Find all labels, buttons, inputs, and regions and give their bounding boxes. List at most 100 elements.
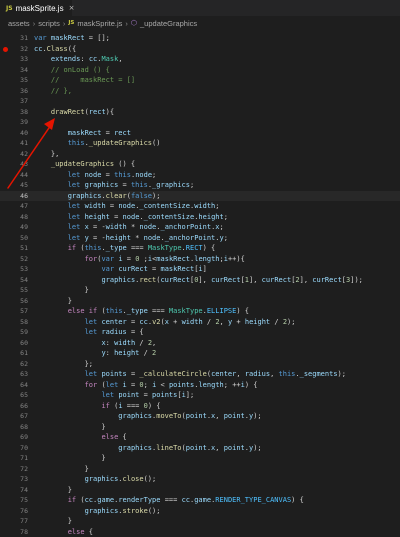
- code-line[interactable]: 66 if (i === 0) {: [0, 401, 400, 412]
- line-number: 61: [6, 348, 28, 359]
- code-text: _updateGraphics () {: [34, 159, 135, 170]
- code-text: let center = cc.v2(x + width / 2, y + he…: [34, 317, 295, 328]
- code-line[interactable]: 51 if (this._type === MaskType.RECT) {: [0, 243, 400, 254]
- code-line[interactable]: 63 let points = _calculateCircle(center,…: [0, 369, 400, 380]
- chevron-right-icon: ›: [125, 19, 128, 28]
- code-line[interactable]: 49 let x = -width * node._anchorPoint.x;: [0, 222, 400, 233]
- code-text: else {: [34, 432, 127, 443]
- code-line[interactable]: 67 graphics.moveTo(point.x, point.y);: [0, 411, 400, 422]
- code-text: graphics.close();: [34, 474, 156, 485]
- code-text: else {: [34, 527, 93, 537]
- code-line[interactable]: 45 let graphics = this._graphics;: [0, 180, 400, 191]
- line-number: 48: [6, 212, 28, 223]
- code-line[interactable]: 31 var maskRect = [];: [0, 33, 400, 44]
- line-number: 38: [6, 107, 28, 118]
- line-number: 32: [6, 44, 28, 55]
- method-icon: ⬡: [131, 19, 137, 27]
- line-number: 62: [6, 359, 28, 370]
- breadcrumb-assets[interactable]: assets: [8, 19, 30, 28]
- code-text: }: [34, 422, 106, 433]
- code-line[interactable]: 71 }: [0, 453, 400, 464]
- line-number: 69: [6, 432, 28, 443]
- code-line[interactable]: 44 let node = this.node;: [0, 170, 400, 181]
- code-line[interactable]: 38 drawRect(rect){: [0, 107, 400, 118]
- code-line[interactable]: 43 _updateGraphics () {: [0, 159, 400, 170]
- code-editor[interactable]: 31 var maskRect = []; 32 cc.Class({33 exten…: [0, 33, 400, 500]
- code-line[interactable]: 68 }: [0, 422, 400, 433]
- code-line[interactable]: 59 let radius = {: [0, 327, 400, 338]
- code-line[interactable]: 61 y: height / 2: [0, 348, 400, 359]
- code-text: };: [34, 359, 93, 370]
- line-number: 55: [6, 285, 28, 296]
- code-line[interactable]: 37: [0, 96, 400, 107]
- line-number: 64: [6, 380, 28, 391]
- close-icon[interactable]: ×: [69, 4, 75, 12]
- code-line[interactable]: 53 var curRect = maskRect[i]: [0, 264, 400, 275]
- code-line[interactable]: 50 let y = -height * node._anchorPoint.y…: [0, 233, 400, 244]
- line-number: 66: [6, 401, 28, 412]
- code-line[interactable]: 39: [0, 117, 400, 128]
- code-line[interactable]: 64 for (let i = 0; i < points.length; ++…: [0, 380, 400, 391]
- code-line[interactable]: 32 cc.Class({: [0, 44, 400, 55]
- line-number: 77: [6, 516, 28, 527]
- code-line[interactable]: 76 graphics.stroke();: [0, 506, 400, 517]
- javascript-file-icon: JS: [6, 5, 13, 12]
- code-text: for(var i = 0 ;i<maskRect.length;i++){: [34, 254, 245, 265]
- code-line[interactable]: 65 let point = points[i];: [0, 390, 400, 401]
- code-line[interactable]: 52 for(var i = 0 ;i<maskRect.length;i++)…: [0, 254, 400, 265]
- code-text: maskRect = rect: [34, 128, 131, 139]
- code-line[interactable]: 69 else {: [0, 432, 400, 443]
- code-line[interactable]: 34 // onLoad () {: [0, 65, 400, 76]
- code-text: cc.Class({: [34, 44, 76, 55]
- code-line[interactable]: 48 let height = node._contentSize.height…: [0, 212, 400, 223]
- code-line[interactable]: 73 graphics.close();: [0, 474, 400, 485]
- line-number: 51: [6, 243, 28, 254]
- code-line[interactable]: 55 }: [0, 285, 400, 296]
- code-line[interactable]: 62 };: [0, 359, 400, 370]
- code-line[interactable]: 33 extends: cc.Mask,: [0, 54, 400, 65]
- line-number: 52: [6, 254, 28, 265]
- code-text: }: [34, 285, 89, 296]
- line-number: 67: [6, 411, 28, 422]
- code-line[interactable]: 35 // maskRect = []: [0, 75, 400, 86]
- code-line[interactable]: 57 else if (this._type === MaskType.ELLI…: [0, 306, 400, 317]
- code-text: graphics.rect(curRect[0], curRect[1], cu…: [34, 275, 363, 286]
- code-text: let point = points[i];: [34, 390, 194, 401]
- breadcrumb-scripts[interactable]: scripts: [38, 19, 60, 28]
- code-text: let x = -width * node._anchorPoint.x;: [34, 222, 224, 233]
- breadcrumb-method[interactable]: _updateGraphics: [140, 19, 197, 28]
- code-text: let radius = {: [34, 327, 144, 338]
- code-line[interactable]: 70 graphics.lineTo(point.x, point.y);: [0, 443, 400, 454]
- line-number: 56: [6, 296, 28, 307]
- code-line[interactable]: 74 }: [0, 485, 400, 496]
- code-line[interactable]: 75 if (cc.game.renderType === cc.game.RE…: [0, 495, 400, 506]
- code-text: }: [34, 296, 72, 307]
- line-number: 73: [6, 474, 28, 485]
- code-line[interactable]: 54 graphics.rect(curRect[0], curRect[1],…: [0, 275, 400, 286]
- code-line[interactable]: 58 let center = cc.v2(x + width / 2, y +…: [0, 317, 400, 328]
- code-line[interactable]: 36 // },: [0, 86, 400, 97]
- code-line[interactable]: 77 }: [0, 516, 400, 527]
- code-line[interactable]: 60 x: width / 2,: [0, 338, 400, 349]
- code-line[interactable]: 41 this._updateGraphics(): [0, 138, 400, 149]
- line-number: 31: [6, 33, 28, 44]
- breadcrumb-file[interactable]: maskSprite.js: [77, 19, 122, 28]
- code-text: this._updateGraphics(): [34, 138, 160, 149]
- code-line[interactable]: 72 }: [0, 464, 400, 475]
- tab-bar: JS maskSprite.js ×: [0, 0, 400, 16]
- code-line[interactable]: 78 else {: [0, 527, 400, 537]
- code-line[interactable]: 46 graphics.clear(false);: [0, 191, 400, 202]
- code-line[interactable]: 40 maskRect = rect: [0, 128, 400, 139]
- line-number: 59: [6, 327, 28, 338]
- tab-masksprite[interactable]: JS maskSprite.js ×: [0, 0, 72, 16]
- code-line[interactable]: 42 },: [0, 149, 400, 160]
- code-text: var maskRect = [];: [34, 33, 110, 44]
- line-number: 46: [6, 191, 28, 202]
- line-number: 71: [6, 453, 28, 464]
- code-line[interactable]: 47 let width = node._contentSize.width;: [0, 201, 400, 212]
- line-number: 40: [6, 128, 28, 139]
- code-line[interactable]: 56 }: [0, 296, 400, 307]
- line-number: 60: [6, 338, 28, 349]
- line-number: 44: [6, 170, 28, 181]
- breadcrumb: assets › scripts › JS maskSprite.js › ⬡ …: [0, 16, 400, 30]
